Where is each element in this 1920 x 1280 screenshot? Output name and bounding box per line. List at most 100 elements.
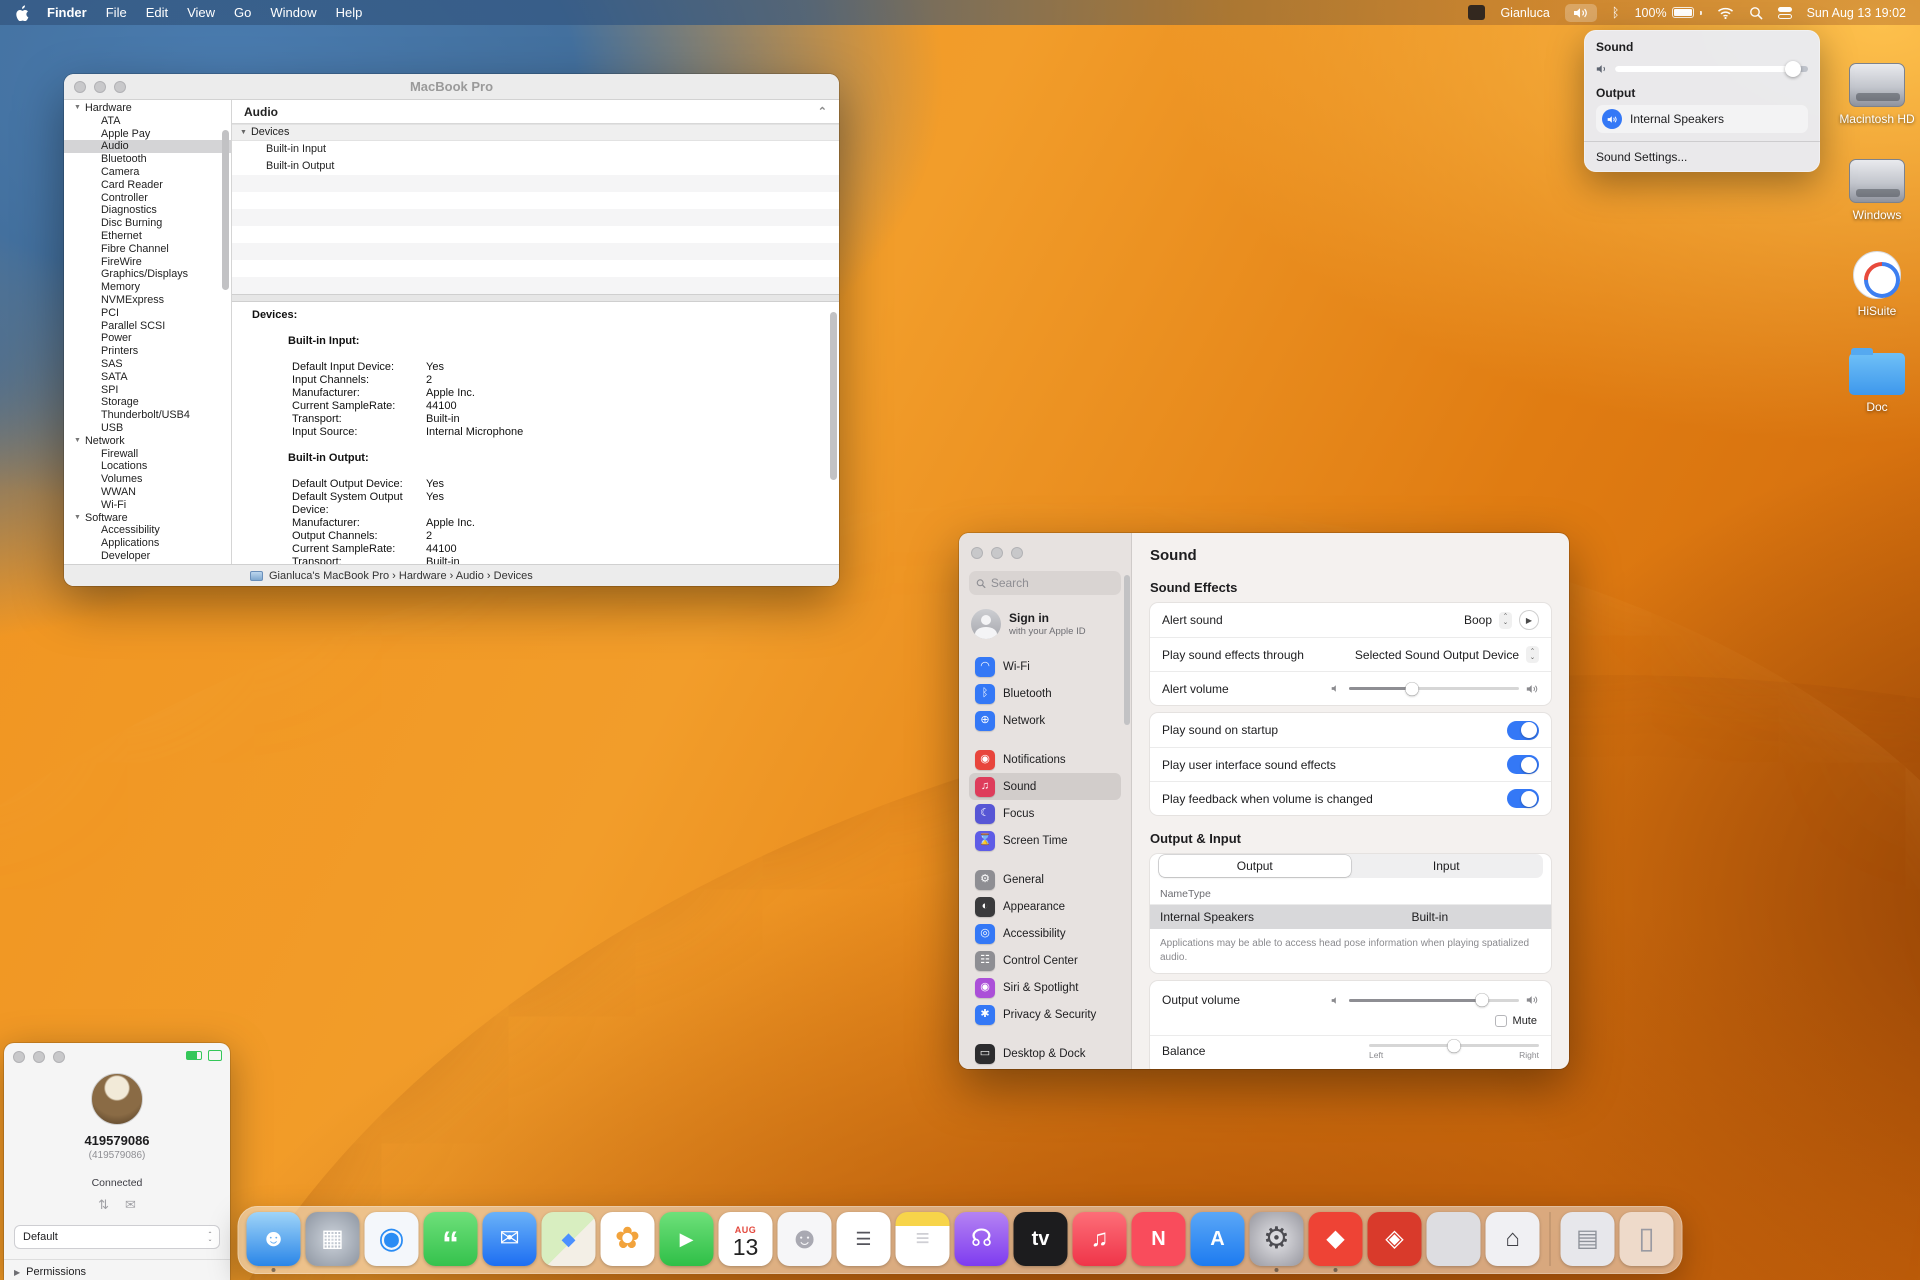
dock-safari[interactable]: ◉ (365, 1212, 419, 1266)
sysinfo-sidebar-item[interactable]: Memory (64, 281, 231, 294)
sidebar-item-siri-spotlight[interactable]: ◉ Siri & Spotlight (969, 974, 1121, 1001)
alert-volume-slider[interactable] (1349, 687, 1519, 690)
minimize-button[interactable] (991, 547, 1003, 559)
zoom-button[interactable] (1011, 547, 1023, 559)
minimize-button[interactable] (94, 81, 106, 93)
sysinfo-sidebar-item[interactable]: Card Reader (64, 179, 231, 192)
close-button[interactable] (74, 81, 86, 93)
dock-mail[interactable]: ✉ (483, 1212, 537, 1266)
sysinfo-sidebar-item[interactable]: Storage (64, 396, 231, 409)
disclosure-triangle-icon[interactable]: ▼ (74, 435, 85, 448)
sidebar-item-control-center[interactable]: ☷ Control Center (969, 947, 1121, 974)
dock-launchpad[interactable]: ▦ (306, 1212, 360, 1266)
sysinfo-sidebar-item[interactable]: SAS (64, 358, 231, 371)
sysinfo-sidebar-item[interactable]: SPI (64, 384, 231, 397)
battery-indicator[interactable]: 100% (1635, 6, 1702, 20)
disclosure-triangle-icon[interactable]: ▼ (74, 102, 85, 115)
sysinfo-sidebar-item[interactable]: Camera (64, 166, 231, 179)
sidebar-item-appearance[interactable]: ◐ Appearance (969, 893, 1121, 920)
menu-go[interactable]: Go (234, 5, 251, 20)
disclosure-triangle-icon[interactable]: ▼ (74, 512, 85, 525)
zoom-button[interactable] (114, 81, 126, 93)
permissions-disclosure[interactable]: ▶ Permissions (4, 1259, 230, 1280)
menu-help[interactable]: Help (336, 5, 363, 20)
toggle-switch[interactable] (1507, 755, 1539, 774)
desktop-icon-doc[interactable]: Doc (1829, 318, 1920, 414)
dock-app-light[interactable] (1427, 1212, 1481, 1266)
toggle-switch[interactable] (1507, 789, 1539, 808)
tree-row-device[interactable]: Built-in Output (232, 158, 839, 175)
slider-knob[interactable] (1785, 61, 1801, 77)
play-alert-sound-button[interactable]: ▶ (1519, 610, 1539, 630)
sysinfo-sidebar-item[interactable]: Applications (64, 537, 231, 550)
output-device-row-internal-speakers[interactable]: Internal Speakers Built-in (1150, 905, 1551, 929)
profile-select[interactable]: Default ⌃⌄ (14, 1225, 220, 1249)
sidebar-item-wifi[interactable]: ◠ Wi-Fi (969, 653, 1121, 680)
disclosure-triangle-icon[interactable]: ▼ (240, 124, 247, 141)
apple-menu-icon[interactable] (14, 4, 29, 21)
dock-maps[interactable]: ◆ (542, 1212, 596, 1266)
settings-search-field[interactable] (969, 571, 1121, 595)
dock-remote-app[interactable]: ◈ (1368, 1212, 1422, 1266)
sysinfo-sidebar-item[interactable]: PCI (64, 307, 231, 320)
zoom-button[interactable] (53, 1051, 65, 1063)
settings-sidebar-item[interactable] (969, 1028, 1121, 1040)
sign-in-row[interactable]: Sign in with your Apple ID (969, 609, 1121, 639)
status-menu-icon[interactable] (1468, 5, 1485, 20)
sysinfo-sidebar-item[interactable]: Apple Pay (64, 128, 231, 141)
dock-app-utility[interactable]: ⌂ (1486, 1212, 1540, 1266)
sysinfo-sidebar-item[interactable]: ▼ Hardware (64, 102, 231, 115)
dock-music[interactable]: ♫ (1073, 1212, 1127, 1266)
sidebar-item-displays[interactable]: ☀ Displays (969, 1067, 1121, 1069)
sysinfo-sidebar-item[interactable]: Audio (64, 140, 231, 153)
scrollbar-thumb[interactable] (222, 130, 229, 290)
scrollbar-thumb[interactable] (830, 312, 837, 480)
sidebar-item-desktop-dock[interactable]: ▭ Desktop & Dock (969, 1040, 1121, 1067)
close-button[interactable] (13, 1051, 25, 1063)
dock-notes[interactable]: ≡ (896, 1212, 950, 1266)
chat-icon[interactable]: ✉ (125, 1197, 136, 1213)
dock-downloads[interactable]: ▤ (1561, 1212, 1615, 1266)
desktop-icon-hisuite[interactable]: HiSuite (1829, 222, 1920, 318)
sound-settings-link[interactable]: Sound Settings... (1596, 150, 1808, 164)
sysinfo-sidebar-item[interactable]: Ethernet (64, 230, 231, 243)
mute-checkbox[interactable] (1495, 1015, 1507, 1027)
sysinfo-sidebar-item[interactable]: Wi-Fi (64, 499, 231, 512)
dock-app-store[interactable]: A (1191, 1212, 1245, 1266)
sysinfo-sidebar-item[interactable]: Thunderbolt/USB4 (64, 409, 231, 422)
sysinfo-sidebar-item[interactable]: ▼ Network (64, 435, 231, 448)
close-button[interactable] (971, 547, 983, 559)
wifi-menu-icon[interactable] (1717, 7, 1734, 19)
output-volume-slider[interactable] (1349, 999, 1519, 1002)
sidebar-item-screen-time[interactable]: ⌛ Screen Time (969, 827, 1121, 854)
sysinfo-sidebar-item[interactable]: USB (64, 422, 231, 435)
sidebar-item-focus[interactable]: ☾ Focus (969, 800, 1121, 827)
desktop-icon-windows[interactable]: Windows (1829, 126, 1920, 222)
scrollbar-thumb[interactable] (1124, 575, 1130, 725)
settings-sidebar-item[interactable] (969, 854, 1121, 866)
volume-menu-icon[interactable] (1565, 4, 1597, 22)
pane-splitter[interactable] (232, 294, 839, 302)
settings-sidebar-item[interactable] (969, 734, 1121, 746)
popup-stepper-icon[interactable]: ⌃⌄ (1499, 612, 1512, 629)
sidebar-item-sound[interactable]: ♫ Sound (969, 773, 1121, 800)
sysinfo-sidebar-item[interactable]: NVMExpress (64, 294, 231, 307)
output-device-row[interactable]: Internal Speakers (1596, 105, 1808, 133)
effects-through-value[interactable]: Selected Sound Output Device (1355, 648, 1519, 662)
minimize-button[interactable] (33, 1051, 45, 1063)
tree-row-devices[interactable]: ▼ Devices (232, 124, 839, 141)
sysinfo-sidebar-item[interactable]: Controller (64, 192, 231, 205)
dock-trash[interactable]: ▯ (1620, 1212, 1674, 1266)
spotlight-search-icon[interactable] (1749, 6, 1763, 20)
sysinfo-sidebar-item[interactable]: FireWire (64, 256, 231, 269)
sysinfo-sidebar-item[interactable]: Developer (64, 550, 231, 563)
sidebar-item-accessibility[interactable]: ◎ Accessibility (969, 920, 1121, 947)
dock-app[interactable] (1550, 1212, 1551, 1266)
balance-slider[interactable] (1369, 1044, 1539, 1047)
slider-knob[interactable] (1475, 994, 1488, 1007)
dock-reminders[interactable]: ☰ (837, 1212, 891, 1266)
sysinfo-sidebar-item[interactable]: Graphics/Displays (64, 268, 231, 281)
menu-edit[interactable]: Edit (146, 5, 168, 20)
file-transfer-icon[interactable]: ⇅ (98, 1197, 109, 1213)
slider-knob[interactable] (1405, 682, 1418, 695)
